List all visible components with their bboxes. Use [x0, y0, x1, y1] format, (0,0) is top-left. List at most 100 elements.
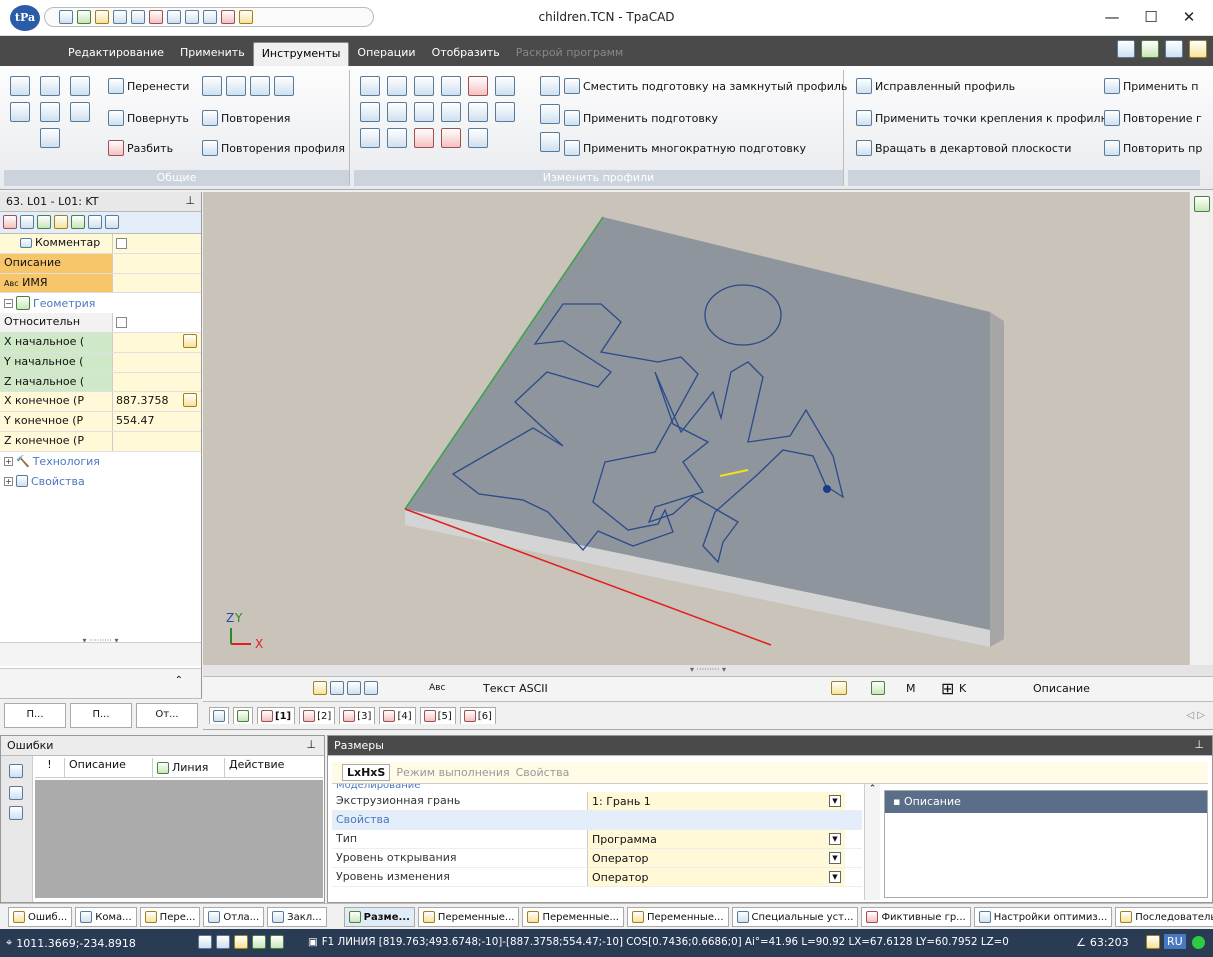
grid-snap-icon[interactable] — [270, 935, 284, 949]
move-left-icon[interactable] — [10, 76, 30, 96]
tab-variables-1[interactable]: Переменные... — [417, 907, 520, 927]
sizes-scrollbar[interactable]: ⌃ — [864, 784, 880, 900]
tab-operations[interactable]: Операции — [349, 42, 423, 66]
info-icon[interactable] — [9, 806, 23, 820]
minimize-button[interactable]: — — [1100, 6, 1124, 28]
property-value[interactable] — [113, 352, 201, 372]
property-value[interactable] — [113, 234, 201, 253]
repeat-diagonal-icon[interactable] — [250, 76, 270, 96]
corrected-profile-button[interactable]: Исправленный профиль — [856, 78, 1015, 94]
tab-tools[interactable]: Инструменты — [252, 42, 350, 66]
tab-execution-mode[interactable]: Режим выполнения — [396, 766, 509, 779]
property-value[interactable]: 887.3758 — [113, 392, 201, 412]
offset-icon[interactable] — [540, 76, 560, 96]
property-value[interactable] — [113, 372, 201, 392]
type-select[interactable]: Программа ▼ — [587, 830, 845, 848]
property-value[interactable]: 554.47 — [113, 412, 201, 431]
xyz-icon[interactable] — [468, 128, 488, 148]
profile-repetitions-button[interactable]: Повторения профиля — [202, 140, 345, 156]
warning-icon[interactable] — [9, 786, 23, 800]
maximize-button[interactable]: ☐ — [1139, 6, 1163, 28]
chevron-down-icon[interactable]: ▼ — [829, 871, 841, 883]
join-icon[interactable] — [468, 102, 488, 122]
sort-desc-icon[interactable] — [105, 215, 119, 229]
tab-scroll-arrows[interactable]: ◁ ▷ — [1186, 710, 1205, 721]
trim-icon[interactable] — [360, 102, 380, 122]
lines-icon[interactable] — [364, 681, 378, 695]
section-properties[interactable]: + Свойства — [0, 471, 201, 492]
arc-red-icon[interactable] — [468, 76, 488, 96]
property-value[interactable] — [113, 313, 201, 332]
view-tab-3d-solid[interactable] — [233, 707, 253, 724]
grid-view-icon[interactable]: ⊞ — [941, 679, 954, 698]
view-cube-icon[interactable] — [1194, 196, 1210, 212]
col-line[interactable]: Линия — [153, 758, 225, 777]
corner-icon[interactable] — [414, 102, 434, 122]
align-left-icon[interactable] — [10, 102, 30, 122]
tab-properties[interactable]: Свойства — [516, 766, 570, 779]
view-tab-2[interactable]: [2] — [299, 707, 336, 724]
rectangle-icon[interactable] — [387, 102, 407, 122]
layers-icon[interactable] — [252, 935, 266, 949]
pin-icon[interactable]: ⊥ — [306, 738, 316, 751]
comment-checkbox[interactable] — [116, 237, 127, 249]
repeat-vertical-icon[interactable] — [226, 76, 246, 96]
extend-icon[interactable] — [495, 102, 515, 122]
property-value[interactable] — [113, 431, 201, 451]
repeat-mirror-icon[interactable] — [274, 76, 294, 96]
section-geometry[interactable]: − Геометрия — [0, 293, 201, 314]
view-tab-3[interactable]: [3] — [339, 707, 376, 724]
light-icon[interactable] — [54, 215, 68, 229]
list-icon[interactable] — [347, 681, 361, 695]
tab-bookmarks[interactable]: Закл... — [267, 907, 327, 927]
eye-icon[interactable] — [216, 935, 230, 949]
error-icon[interactable] — [9, 764, 23, 778]
close-button[interactable]: ✕ — [1177, 6, 1201, 28]
keyboard-icon[interactable] — [1146, 935, 1160, 949]
apply-p-button[interactable]: Применить п — [1104, 78, 1198, 94]
extrusion-face-select[interactable]: 1: Грань 1 ▼ — [587, 792, 845, 810]
view-tab-6[interactable]: [6] — [459, 707, 496, 724]
tab-errors[interactable]: Ошиб... — [8, 907, 73, 927]
relative-checkbox[interactable] — [116, 316, 127, 328]
viewport-3d[interactable]: Z Y X — [203, 192, 1189, 665]
align-top-icon[interactable] — [40, 102, 60, 122]
tab-sequence[interactable]: Последовательн... — [1115, 907, 1213, 927]
break-icon[interactable] — [441, 102, 461, 122]
tools-icon[interactable] — [1117, 40, 1135, 58]
edit-value-icon[interactable] — [183, 333, 197, 348]
align-right-icon[interactable] — [70, 102, 90, 122]
offset-to-closed-profile-button[interactable]: Сместить подготовку на замкнутый профиль — [564, 78, 847, 94]
tab-fictive-faces[interactable]: Фиктивные гр... — [861, 907, 971, 927]
tab-debug[interactable]: Отла... — [203, 907, 265, 927]
view-tab-1[interactable]: [1] — [257, 707, 296, 724]
down-arrow-2-icon[interactable] — [441, 128, 461, 148]
rotate-cartesian-button[interactable]: Вращать в декартовой плоскости — [856, 140, 1071, 156]
move-up-icon[interactable] — [70, 76, 90, 96]
apply-multi-preparation-button[interactable]: Применить многократную подготовку — [564, 140, 806, 156]
layout-icon[interactable] — [1141, 40, 1159, 58]
chart-icon[interactable] — [871, 681, 885, 695]
tab-edit[interactable]: Редактирование — [60, 42, 172, 66]
chevron-down-icon[interactable]: ▼ — [829, 795, 841, 807]
lock-icon[interactable] — [313, 681, 327, 695]
move-button[interactable]: Перенести — [108, 78, 189, 94]
collapse-up-icon[interactable]: ⌃ — [0, 668, 201, 698]
move-center-icon[interactable] — [40, 76, 60, 96]
left-tab-1[interactable]: П... — [4, 703, 66, 728]
tab-variables-3[interactable]: Переменные... — [626, 907, 729, 927]
endpoint-marker[interactable] — [823, 485, 831, 493]
apply-anchor-points-button[interactable]: Применить точки крепления к профилю — [856, 110, 1110, 126]
view-tab-5[interactable]: [5] — [419, 707, 456, 724]
chevron-down-icon[interactable]: ▼ — [829, 833, 841, 845]
help-icon[interactable] — [1165, 40, 1183, 58]
split-button[interactable]: Разбить — [108, 140, 173, 156]
change-level-select[interactable]: Оператор ▼ — [587, 868, 845, 886]
snap-icon[interactable] — [198, 935, 212, 949]
tab-optimizer-settings[interactable]: Настройки оптимиз... — [973, 907, 1113, 927]
sun-icon[interactable] — [234, 935, 248, 949]
repeat-g-button[interactable]: Повторение г — [1104, 110, 1202, 126]
sort-asc-icon[interactable] — [88, 215, 102, 229]
slope-icon[interactable] — [387, 128, 407, 148]
tab-commands[interactable]: Кома... — [75, 907, 137, 927]
